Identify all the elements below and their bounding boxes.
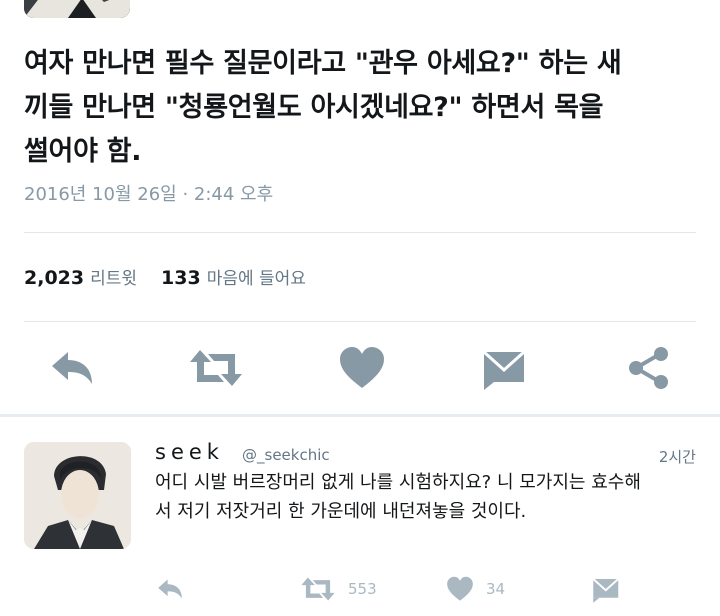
retweet-label[interactable]: 리트윗: [90, 269, 137, 289]
message-icon: [592, 578, 619, 603]
reply-like-count: 34: [486, 580, 506, 598]
reply-retweet-count: 553: [348, 580, 377, 598]
reply-reply-button[interactable]: [155, 574, 185, 604]
reply-icon[interactable]: [48, 346, 96, 390]
tweet-text-line: 여자 만나면 필수 질문이라고 "관우 아세요?" 하는 새: [24, 48, 622, 79]
like-count[interactable]: 133: [161, 267, 201, 289]
reply-avatar[interactable]: [24, 442, 131, 549]
message-icon[interactable]: [482, 346, 530, 390]
retweet-icon: [301, 577, 335, 601]
reply-display-name[interactable]: seek: [155, 440, 224, 464]
section-divider: [0, 414, 720, 417]
heart-icon: [447, 576, 473, 601]
divider: [24, 321, 696, 322]
reply-message-button[interactable]: [592, 574, 622, 604]
tweet-text: 여자 만나면 필수 질문이라고 "관우 아세요?" 하는 새 끼들 만나면 "청…: [24, 42, 696, 174]
tweet-timestamp[interactable]: 2016년 10월 26일 · 2:44 오후: [24, 180, 273, 206]
reply-retweet-button[interactable]: 553: [300, 574, 377, 604]
reply-like-button[interactable]: 34: [446, 574, 505, 604]
reply-handle[interactable]: @_seekchic: [242, 446, 330, 464]
divider: [24, 232, 696, 233]
like-label[interactable]: 마음에 들어요: [207, 269, 306, 289]
retweet-icon[interactable]: [188, 346, 244, 390]
reply-text-line: 서 저기 저잣거리 한 가운데에 내던져놓을 것이다.: [155, 501, 527, 522]
reply-text-line: 어디 시발 버르장머리 없게 나를 시험하지요? 니 모가지는 효수해: [155, 472, 641, 493]
author-avatar[interactable]: [24, 0, 130, 18]
retweet-count[interactable]: 2,023: [24, 267, 84, 289]
tweet-text-line: 끼들 만나면 "청룡언월도 아시겠네요?" 하면서 목을: [24, 92, 604, 123]
tweet-text-line: 썰어야 함.: [24, 136, 142, 167]
reply-text: 어디 시발 버르장머리 없게 나를 시험하지요? 니 모가지는 효수해 서 저기…: [155, 468, 700, 526]
tweet-stats: 2,023 리트윗 133 마음에 들어요: [24, 264, 306, 289]
heart-icon[interactable]: [338, 346, 386, 390]
reply-icon: [158, 579, 182, 599]
reply-time[interactable]: 2시간: [659, 446, 696, 467]
reply-action-bar: 553 34: [0, 574, 720, 606]
share-icon[interactable]: [626, 346, 674, 390]
